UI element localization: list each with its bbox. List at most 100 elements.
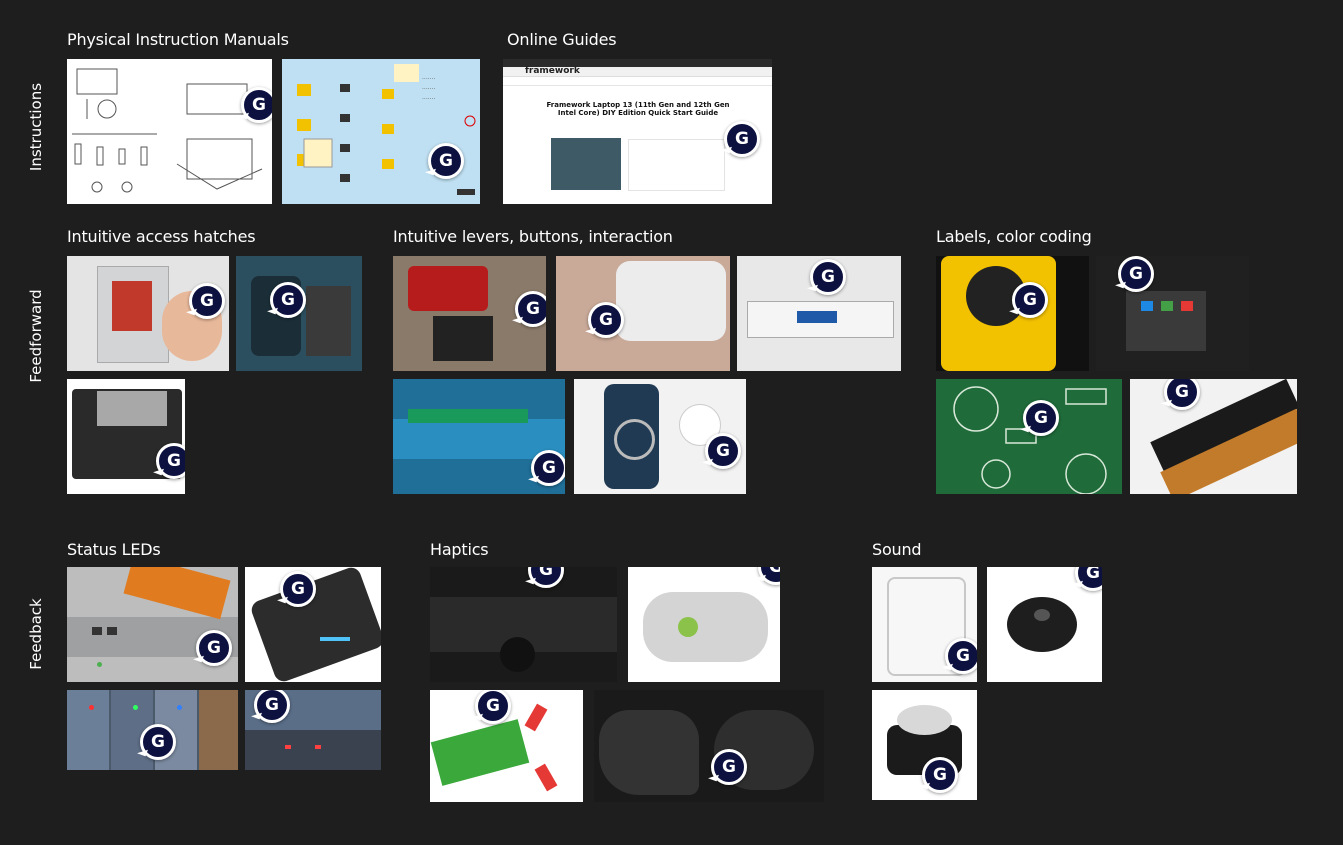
g-badge-icon[interactable]: G — [280, 571, 316, 607]
g-badge-icon[interactable]: G — [758, 567, 780, 585]
fuse-green — [1161, 301, 1173, 311]
image-cassette-player[interactable]: G — [67, 379, 185, 494]
phone-1 — [67, 690, 109, 770]
g-badge-icon[interactable]: G — [528, 567, 564, 588]
g-badge-icon[interactable]: G — [1118, 256, 1154, 292]
controller-trigger — [599, 710, 699, 795]
section-title-physical-manuals: Physical Instruction Manuals — [67, 30, 289, 49]
image-phone-notification-leds[interactable]: G — [67, 690, 238, 770]
section-title-status-leds: Status LEDs — [67, 540, 161, 559]
fuse-block — [1126, 291, 1206, 351]
g-badge-icon[interactable]: G — [428, 143, 464, 179]
vibration-motor — [500, 637, 535, 672]
lego-steps-drawing: ..................... — [297, 64, 476, 195]
image-drill-battery[interactable]: G — [393, 256, 546, 371]
image-xbox-controller-internals[interactable]: G — [628, 567, 780, 682]
image-ikea-manual[interactable]: G — [67, 59, 272, 204]
speaker-grille — [97, 391, 167, 426]
svg-text:.......: ....... — [422, 74, 435, 81]
image-traffic-brake-lights[interactable]: G — [245, 690, 381, 770]
gum-pack — [430, 719, 530, 786]
g-badge-icon[interactable]: G — [189, 283, 225, 319]
guide-thumbnail — [551, 138, 621, 190]
image-multimeter[interactable]: G — [936, 256, 1089, 371]
section-title-access-hatches: Intuitive access hatches — [67, 227, 256, 246]
image-open-battery-case[interactable]: G — [236, 256, 362, 371]
g-badge-icon[interactable]: G — [515, 291, 546, 327]
section-title-online-guides: Online Guides — [507, 30, 617, 49]
drill-battery — [433, 316, 493, 361]
image-fuse-box[interactable]: G — [1096, 256, 1249, 371]
battery-compartment — [306, 286, 351, 356]
image-pcb-silkscreen[interactable]: G — [936, 379, 1122, 494]
image-trigger-rumble[interactable]: G — [594, 690, 824, 802]
g-badge-icon[interactable]: G — [810, 259, 846, 295]
g-badge-icon[interactable]: G — [241, 87, 272, 123]
g-badge-icon[interactable]: G — [724, 121, 760, 157]
zap-red — [524, 703, 548, 732]
svg-text:.......: ....... — [422, 84, 435, 91]
pcb-drawing — [953, 386, 1107, 494]
magsafe-ring — [614, 419, 655, 460]
batteries — [112, 281, 152, 331]
speaker-cone — [897, 705, 952, 735]
g-badge-icon[interactable]: G — [1012, 282, 1048, 318]
row-label-feedback: Feedback — [27, 598, 45, 670]
row-label-feedforward: Feedforward — [27, 289, 45, 383]
g-badge-icon[interactable]: G — [711, 749, 747, 785]
svg-text:.......: ....... — [422, 94, 435, 101]
image-iphone-magsafe[interactable]: G — [574, 379, 746, 494]
g-badge-icon[interactable]: G — [140, 724, 176, 760]
port-2 — [107, 627, 117, 635]
phone-body — [616, 261, 726, 341]
fuse-red — [1181, 301, 1193, 311]
image-lego-manual[interactable]: ..................... G — [282, 59, 480, 204]
image-battery-hatch-hand[interactable]: G — [67, 256, 229, 371]
phone-4 — [199, 690, 238, 770]
g-badge-icon[interactable]: G — [945, 638, 977, 674]
ram-stick — [408, 409, 528, 423]
g-badge-icon[interactable]: G — [270, 282, 306, 318]
g-badge-icon[interactable]: G — [922, 757, 958, 793]
section-title-labels-color: Labels, color coding — [936, 227, 1092, 246]
image-piezo-buzzer[interactable]: G — [987, 567, 1102, 682]
g-badge-icon[interactable]: G — [1164, 379, 1200, 410]
controller-shell — [643, 592, 768, 662]
green-button — [678, 617, 698, 637]
led-blue — [177, 705, 182, 710]
image-jar-clasp[interactable]: G — [872, 567, 977, 682]
image-taptic-engine[interactable]: G — [430, 567, 617, 682]
web-guide-title: Framework Laptop 13 (11th Gen and 12th G… — [546, 101, 730, 117]
g-badge-icon[interactable]: G — [1075, 567, 1102, 591]
image-shock-gum-prank[interactable]: G — [430, 690, 583, 802]
section-title-sound: Sound — [872, 540, 922, 559]
section-title-haptics: Haptics — [430, 540, 489, 559]
g-badge-icon[interactable]: G — [254, 690, 290, 723]
image-power-bank[interactable]: G — [245, 567, 381, 682]
g-badge-icon[interactable]: G — [475, 690, 511, 724]
road — [245, 730, 381, 770]
g-badge-icon[interactable]: G — [1023, 400, 1059, 436]
image-speaker-driver[interactable]: G — [872, 690, 977, 800]
image-breaker-panel[interactable]: G — [737, 256, 901, 371]
g-badge-icon[interactable]: G — [531, 450, 565, 486]
buzzer-hole — [1034, 609, 1050, 621]
image-ram-insert[interactable]: G — [393, 379, 565, 494]
g-badge-icon[interactable]: G — [588, 302, 624, 338]
section-title-levers-buttons: Intuitive levers, buttons, interaction — [393, 227, 673, 246]
image-duracell-batteries[interactable]: G — [1130, 379, 1297, 494]
orange-cables — [123, 567, 231, 620]
g-badge-icon[interactable]: G — [196, 630, 232, 666]
g-badge-icon[interactable]: G — [705, 433, 741, 469]
brake-light-1 — [285, 745, 291, 749]
manual-line-drawing — [72, 68, 263, 193]
blue-switches — [797, 311, 837, 323]
buzzer-body — [1007, 597, 1077, 652]
port-1 — [92, 627, 102, 635]
divider — [503, 85, 772, 86]
g-badge-icon[interactable]: G — [156, 443, 185, 479]
image-phone-sim-eject[interactable]: G — [556, 256, 730, 371]
image-online-guide[interactable]: framework Framework Laptop 13 (11th Gen … — [503, 59, 772, 204]
web-brand: framework — [525, 66, 580, 76]
image-network-switch[interactable]: G — [67, 567, 238, 682]
